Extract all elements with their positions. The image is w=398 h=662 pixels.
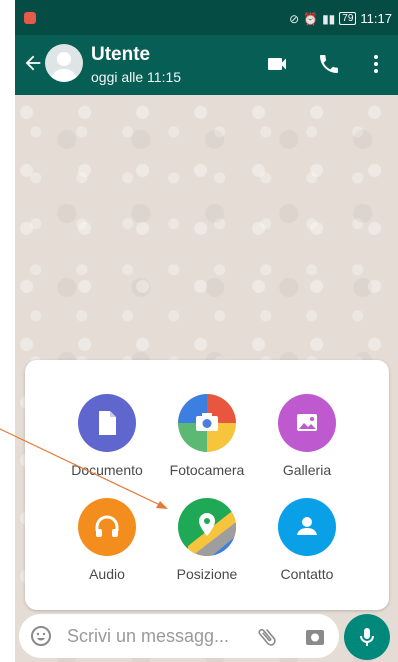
attach-label: Galleria (282, 462, 332, 478)
location-icon (178, 498, 236, 556)
chat-header: Utente oggi alle 11:15 (15, 35, 398, 95)
last-seen: oggi alle 11:15 (91, 69, 182, 85)
more-options-icon[interactable] (364, 52, 388, 76)
microphone-icon (360, 628, 374, 646)
signal-icon: ▮▮ (322, 11, 336, 26)
attach-label: Contatto (280, 566, 334, 582)
attach-document-button[interactable]: Documento (57, 394, 157, 478)
attach-location-button[interactable]: Posizione (157, 498, 257, 582)
avatar[interactable] (45, 44, 83, 82)
voice-message-button[interactable] (344, 614, 390, 660)
document-icon (78, 394, 136, 452)
gallery-icon (278, 394, 336, 452)
contact-icon (278, 498, 336, 556)
phone-screen: ⊘ ⏰ ▮▮ 79 11:17 Utente oggi alle 11:15 D… (15, 0, 398, 662)
status-icons: ⊘ ⏰ ▮▮ 79 11:17 (289, 11, 392, 26)
attach-audio-button[interactable]: Audio (57, 498, 157, 582)
battery-icon: 79 (339, 12, 357, 25)
back-arrow-icon[interactable] (22, 52, 44, 74)
emoji-icon[interactable] (29, 624, 53, 648)
attach-gallery-button[interactable]: Galleria (257, 394, 357, 478)
attach-label: Posizione (176, 566, 238, 582)
message-composer: Scrivi un messagg... (19, 614, 339, 658)
attach-label: Audio (89, 566, 125, 582)
attach-clip-icon[interactable] (255, 625, 279, 649)
headphones-icon (78, 498, 136, 556)
default-avatar-icon (50, 52, 78, 82)
status-bar: ⊘ ⏰ ▮▮ 79 11:17 (15, 0, 398, 35)
camera-icon (178, 394, 236, 452)
attach-label: Fotocamera (169, 462, 245, 478)
mute-icon: ⊘ (289, 11, 300, 26)
attach-label: Documento (71, 462, 143, 478)
attachment-sheet: Documento Fotocamera Galleria Audio Posi (25, 360, 389, 610)
alarm-icon: ⏰ (303, 11, 319, 26)
attach-camera-button[interactable]: Fotocamera (157, 394, 257, 478)
notification-icon (24, 12, 36, 24)
contact-name[interactable]: Utente (91, 44, 150, 66)
attach-contact-button[interactable]: Contatto (257, 498, 357, 582)
video-call-icon[interactable] (265, 52, 289, 76)
phone-call-icon[interactable] (317, 52, 341, 76)
clock: 11:17 (360, 11, 392, 26)
message-input[interactable]: Scrivi un messagg... (67, 626, 229, 647)
camera-shortcut-icon[interactable] (303, 625, 327, 649)
